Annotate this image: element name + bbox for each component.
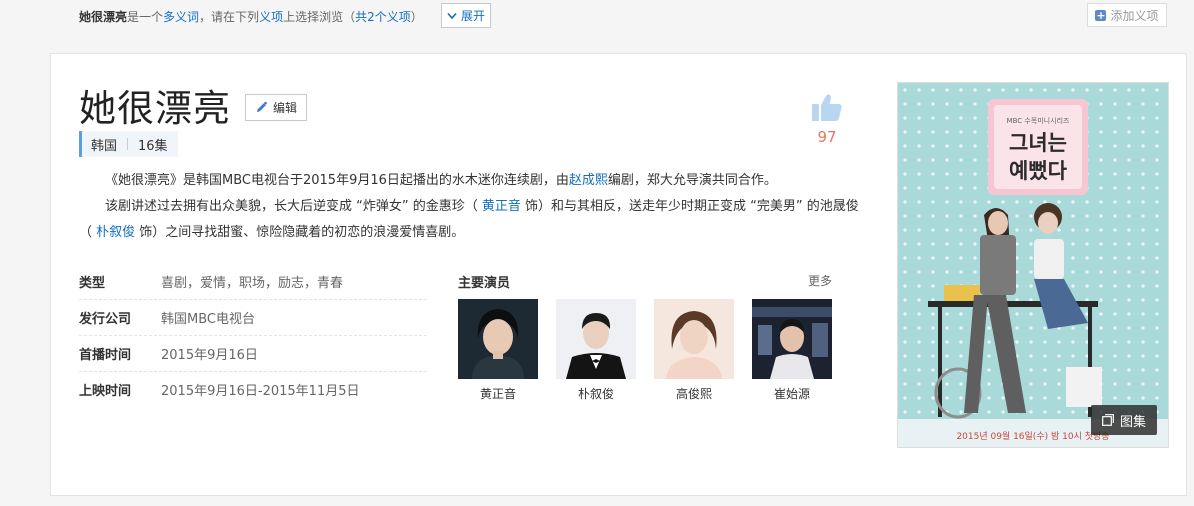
polysemy-text-1: 是一个 — [127, 9, 164, 24]
actors-header: 主要演员 更多 — [458, 272, 832, 291]
add-sense-button[interactable]: + 添加义项 — [1087, 3, 1167, 27]
sense-link[interactable]: 义项 — [259, 8, 283, 25]
summary-paragraph-1: 《她很漂亮》是韩国MBC电视台于2015年9月16日起播出的水木迷你连续剧，由赵… — [79, 168, 869, 194]
like-button[interactable]: 97 — [807, 92, 847, 146]
actor-photo — [458, 299, 538, 379]
gallery-icon — [1102, 414, 1114, 426]
polysemy-text-3: 上选择浏览（ — [283, 9, 356, 24]
edit-label: 编辑 — [272, 101, 297, 115]
actors-heading: 主要演员 — [458, 276, 511, 291]
actor-link-park[interactable]: 朴叙俊 — [96, 225, 135, 240]
tag-episodes: 16集 — [138, 138, 168, 154]
polysemy-term: 她很漂亮 — [79, 9, 128, 24]
poster-footer-text: 2015년 09월 16일(수) 밤 10시 첫방송 — [956, 430, 1109, 442]
polysemy-text-4: ） — [410, 9, 423, 24]
actor-link-hwang[interactable]: 黄正音 — [482, 199, 521, 214]
gallery-button[interactable]: 图集 — [1091, 405, 1157, 435]
actor-card[interactable]: 崔始源 — [752, 299, 832, 402]
actor-name: 崔始源 — [773, 387, 810, 401]
writer-link[interactable]: 赵成熙 — [569, 173, 608, 188]
basic-info: 类型 喜剧，爱情，职场，励志，青春 发行公司 韩国MBC电视台 首播时间 201… — [79, 264, 427, 407]
add-sense-label: 添加义项 — [1110, 8, 1159, 23]
info-value: 2015年9月16日-2015年11月5日 — [161, 384, 360, 399]
info-row-genre: 类型 喜剧，爱情，职场，励志，青春 — [79, 264, 427, 300]
polysemy-text-2: ，请在下列 — [199, 9, 260, 24]
sense-count-link[interactable]: 共2个义项 — [355, 8, 411, 25]
summary-text: 该剧讲述过去拥有出众美貌，长大后逆变成 “炸弹女” 的金惠珍（ — [105, 199, 482, 214]
poster-image[interactable]: MBC 수목미니시리즈 그녀는 예뻤다 2015년 09월 16일(수) 밤 1… — [898, 83, 1168, 447]
pencil-icon — [256, 101, 268, 112]
info-row-company: 发行公司 韩国MBC电视台 — [79, 300, 427, 336]
actor-card[interactable]: 高俊熙 — [654, 299, 734, 402]
plus-icon: + — [1095, 8, 1107, 22]
edit-button[interactable]: 编辑 — [245, 94, 307, 121]
actor-card[interactable]: 朴叙俊 — [556, 299, 636, 402]
expand-label: 展开 — [460, 9, 485, 23]
chevron-down-icon — [447, 12, 457, 19]
info-value: 喜剧，爱情，职场，励志，青春 — [161, 276, 344, 291]
summary-text: 《她很漂亮》是韩国MBC电视台于2015年9月16日起播出的水木迷你连续剧，由 — [105, 173, 569, 188]
summary-paragraph-2: 该剧讲述过去拥有出众美貌，长大后逆变成 “炸弹女” 的金惠珍（ 黄正音 饰）和与… — [79, 194, 869, 246]
info-key: 类型 — [79, 276, 106, 291]
more-actors-link[interactable]: 更多 — [808, 272, 832, 291]
actor-name: 黄正音 — [479, 387, 516, 401]
entry-card: 她很漂亮 编辑 韩国 16集 97 《她很漂亮》是韩国MBC电视台于2015年9… — [50, 53, 1187, 496]
gallery-label: 图集 — [1119, 414, 1146, 430]
actor-photo — [752, 299, 832, 379]
poster-title-line-1: 그녀는 — [1009, 131, 1067, 155]
info-key: 首播时间 — [79, 348, 132, 363]
poster-title-line-2: 예뻤다 — [1009, 159, 1068, 183]
company-link[interactable]: 韩国MBC电视台 — [161, 308, 255, 327]
tag-divider — [127, 138, 129, 150]
info-key: 上映时间 — [79, 384, 132, 399]
polysemy-link[interactable]: 多义词 — [163, 8, 199, 25]
info-row-premiere: 首播时间 2015年9月16日 — [79, 336, 427, 372]
summary-text: 饰）之间寻找甜蜜、惊险隐藏着的初恋的浪漫爱情喜剧。 — [135, 225, 465, 240]
info-key: 发行公司 — [79, 312, 132, 327]
poster-logo-text: MBC 수목미니시리즈 — [1007, 116, 1070, 125]
actor-name: 高俊熙 — [675, 387, 712, 401]
thumbs-up-icon — [812, 94, 842, 121]
like-count: 97 — [817, 128, 837, 146]
summary: 《她很漂亮》是韩国MBC电视台于2015年9月16日起播出的水木迷你连续剧，由赵… — [79, 168, 869, 246]
actor-name: 朴叙俊 — [577, 387, 614, 401]
polysemy-bar: 她很漂亮 是一个 多义词 ，请在下列 义项 上选择浏览（ 共2个义项 ） — [79, 4, 423, 28]
page-title: 她很漂亮 — [79, 87, 231, 130]
tag-country: 韩国 — [91, 138, 118, 154]
summary-text: 编剧，郑大允导演共同合作。 — [607, 173, 777, 188]
info-value: 2015年9月16日 — [161, 348, 258, 363]
tag-bar: 韩国 16集 — [79, 131, 178, 157]
actor-photo — [654, 299, 734, 379]
actor-photo — [556, 299, 636, 379]
actor-card[interactable]: 黄正音 — [458, 299, 538, 402]
expand-button[interactable]: 展开 — [441, 3, 491, 28]
info-row-release: 上映时间 2015年9月16日-2015年11月5日 — [79, 372, 427, 407]
